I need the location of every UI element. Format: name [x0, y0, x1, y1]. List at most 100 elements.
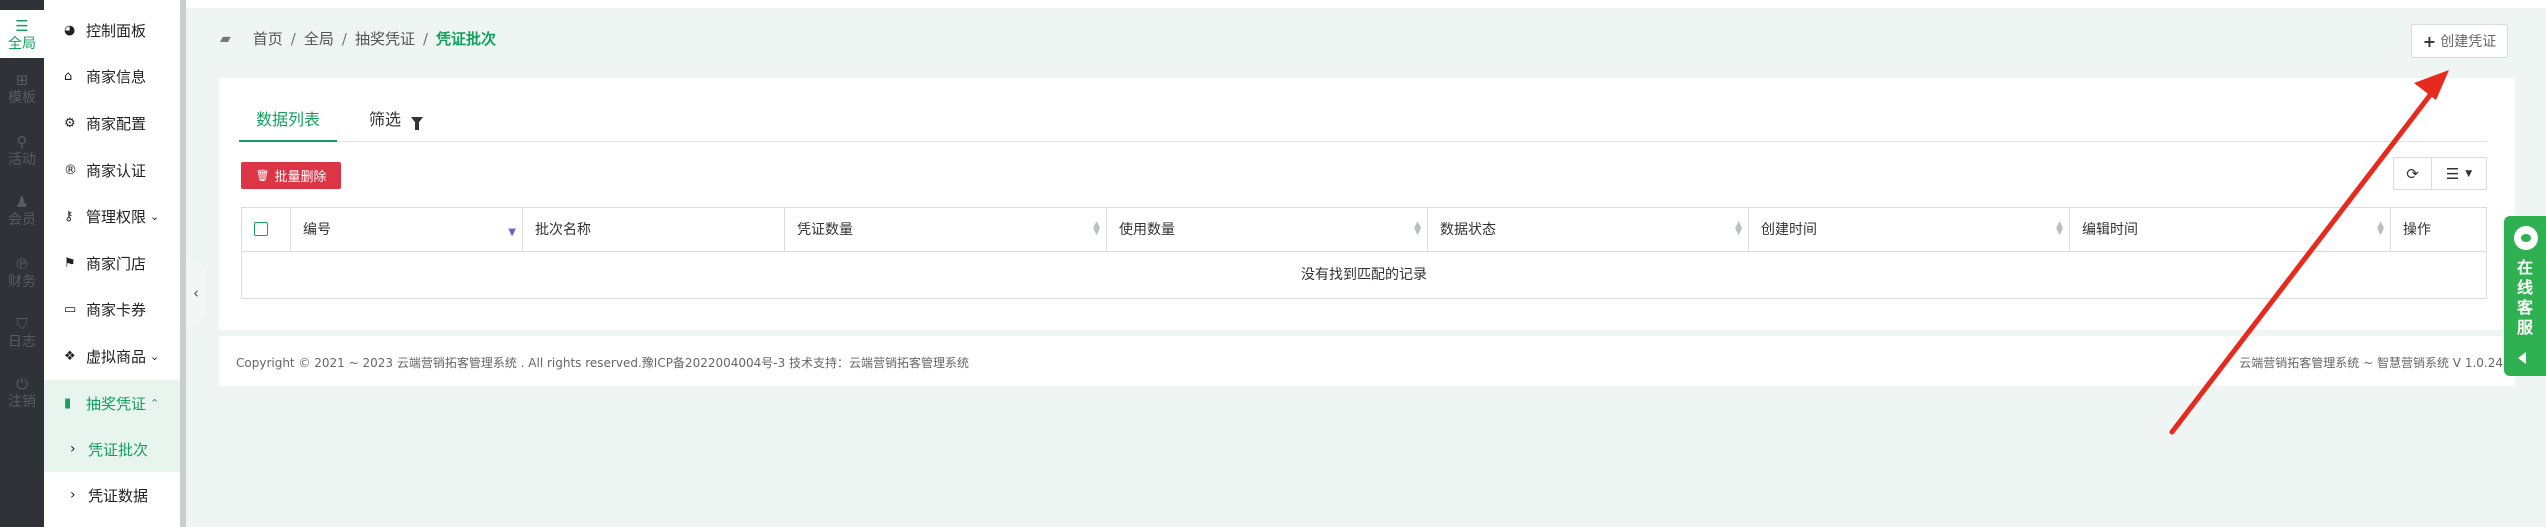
icon-rail: ☰ 全局 ⊞ 模板 ⚲ 活动 ♟ 会员 ℗ 财务 ⛉ 日志 ⏻ 注销 [0, 0, 44, 527]
sidebar-scrollbar[interactable] [180, 0, 186, 527]
refresh-icon: ⟳ [2406, 164, 2419, 183]
home-icon: ⌂ [64, 68, 73, 84]
rail-item-label: 活动 [8, 152, 36, 168]
plus-icon: + [2422, 31, 2437, 51]
table-toolbar: ⟳ ☰ ▼ [2393, 157, 2487, 190]
refresh-button[interactable]: ⟳ [2394, 158, 2432, 189]
chevron-down-icon: ⌄ [150, 349, 160, 363]
menu-item-label: 虚拟商品 [86, 347, 147, 366]
caret-down-icon: ▼ [2465, 168, 2473, 179]
batch-delete-button[interactable]: 🗑 批量删除 [241, 162, 341, 189]
map-marker-icon: ⚑ [64, 255, 76, 271]
select-all-cell [242, 208, 291, 252]
footer-version: 云端营销拓客管理系统 ~ 智慧营销系统 V 1.0.24 [2239, 356, 2503, 370]
breadcrumb-separator: / [422, 29, 429, 48]
create-voucher-label: 创建凭证 [2440, 34, 2497, 50]
menu-subitem-voucher-batch[interactable]: › 凭证批次 [44, 426, 180, 472]
column-header-actions: 操作 [2391, 208, 2486, 252]
tab-filter[interactable]: 筛选 [369, 100, 424, 142]
cogs-icon: ⚙ [64, 115, 76, 131]
rail-item-logout[interactable]: ⏻ 注销 [0, 374, 44, 410]
breadcrumb-item-home[interactable]: 首页 [253, 28, 283, 49]
chevron-up-icon: ⌃ [150, 396, 160, 410]
menu-item-merchant-info[interactable]: ⌂ 商家信息 [44, 53, 180, 99]
dropbox-icon: ❖ [64, 348, 76, 364]
menu-item-stores[interactable]: ⚑ 商家门店 [44, 240, 180, 286]
chevron-left-icon: ‹ [193, 284, 199, 302]
rail-item-finance[interactable]: ℗ 财务 [0, 254, 44, 290]
breadcrumb-item-lottery[interactable]: 抽奖凭证 [355, 28, 415, 49]
data-panel: 数据列表 筛选 🗑 批量删除 ⟳ ☰ ▼ 编号 ▼ 批次名称 凭证数量 ▲ ▼ … [219, 78, 2515, 330]
power-icon: ⏻ [16, 375, 28, 393]
collapse-left-icon[interactable] [2518, 352, 2526, 364]
sort-icon: ▲ ▼ [1414, 220, 1421, 237]
menu-item-lottery-voucher[interactable]: ▮ 抽奖凭证 ⌃ [44, 380, 180, 426]
online-service-label: 在线客服 [2516, 258, 2533, 337]
bookmark-icon: ▮ [64, 395, 72, 411]
rail-item-label: 财务 [8, 274, 36, 290]
key-icon: ⚷ [64, 208, 74, 224]
list-icon: ☰ [2445, 164, 2460, 183]
sliders-icon: ☰ [15, 17, 29, 35]
column-label: 凭证数量 [797, 222, 853, 238]
rail-item-global[interactable]: ☰ 全局 [0, 10, 44, 58]
column-header-voucher-count[interactable]: 凭证数量 ▲ ▼ [785, 208, 1107, 252]
shield-icon: ⛉ [16, 315, 28, 333]
columns-toggle-button[interactable]: ☰ ▼ [2432, 158, 2486, 189]
menu-item-label: 抽奖凭证 [86, 394, 147, 413]
create-voucher-button[interactable]: + 创建凭证 [2411, 24, 2508, 58]
select-all-checkbox[interactable] [254, 222, 268, 236]
menu-subitem-voucher-data[interactable]: › 凭证数据 [44, 472, 180, 518]
column-header-status[interactable]: 数据状态 ▲ ▼ [1428, 208, 1749, 252]
sort-desc-icon: ▼ [508, 227, 516, 238]
column-header-created-at[interactable]: 创建时间 ▲ ▼ [1749, 208, 2070, 252]
sidebar-collapse-toggle[interactable]: ‹ [186, 258, 206, 328]
column-label: 使用数量 [1119, 222, 1175, 238]
menu-item-label: 商家配置 [86, 114, 147, 133]
rail-item-activity[interactable]: ⚲ 活动 [0, 132, 44, 168]
menu-item-label: 商家门店 [86, 254, 147, 273]
column-label: 批次名称 [535, 222, 591, 238]
menu-item-merchant-config[interactable]: ⚙ 商家配置 [44, 100, 180, 146]
chevron-right-icon: › [70, 441, 76, 457]
menu-item-label: 商家认证 [86, 161, 147, 180]
paypal-icon: ℗ [14, 255, 30, 273]
data-table: 编号 ▼ 批次名称 凭证数量 ▲ ▼ 使用数量 ▲ ▼ 数据状态 ▲ ▼ 创建时间 ▲… [241, 207, 2487, 299]
menu-item-dashboard[interactable]: ◕ 控制面板 [44, 7, 180, 53]
empty-table-message: 没有找到匹配的记录 [1301, 267, 1427, 283]
breadcrumb: ▰ 首页 / 全局 / 抽奖凭证 / 凭证批次 [220, 28, 496, 49]
footer-copyright: Copyright © 2021 ~ 2023 云端营销拓客管理系统 . All… [236, 356, 970, 370]
chevron-down-icon: ⌄ [150, 209, 160, 223]
column-label: 数据状态 [1440, 222, 1496, 238]
chevron-right-icon: › [70, 487, 76, 503]
rail-item-log[interactable]: ⛉ 日志 [0, 314, 44, 350]
batch-delete-label: 批量删除 [274, 170, 327, 185]
rail-item-label: 会员 [8, 212, 36, 228]
column-header-updated-at[interactable]: 编辑时间 ▲ ▼ [2070, 208, 2391, 252]
sort-icon: ▲ ▼ [2377, 220, 2384, 237]
column-header-id[interactable]: 编号 ▼ [291, 208, 523, 252]
tab-bar: 数据列表 筛选 [239, 100, 2487, 142]
breadcrumb-item-global[interactable]: 全局 [304, 28, 334, 49]
menu-item-virtual-goods[interactable]: ❖ 虚拟商品 ⌄ [44, 333, 180, 379]
tab-data-list[interactable]: 数据列表 [239, 100, 338, 142]
column-header-used-count[interactable]: 使用数量 ▲ ▼ [1107, 208, 1428, 252]
menu-item-permissions[interactable]: ⚷ 管理权限 ⌄ [44, 193, 180, 239]
top-bar [186, 0, 2546, 8]
folder-open-icon: ▰ [220, 30, 231, 47]
breadcrumb-separator: / [290, 29, 296, 48]
rail-item-template[interactable]: ⊞ 模板 [0, 70, 44, 106]
rail-item-member[interactable]: ♟ 会员 [0, 192, 44, 228]
sort-icon: ▲ ▼ [1093, 220, 1100, 237]
sort-icon: ▲ ▼ [2056, 220, 2063, 237]
column-header-batch-name: 批次名称 [523, 208, 785, 252]
menu-item-merchant-auth[interactable]: ® 商家认证 [44, 147, 180, 193]
dashboard-icon: ◕ [64, 22, 76, 38]
menu-item-label: 管理权限 [86, 207, 147, 226]
menu-item-label: 控制面板 [86, 21, 147, 40]
online-service-widget[interactable]: 在线客服 [2504, 216, 2546, 376]
users-icon: ♟ [15, 193, 29, 211]
sort-icon: ▲ ▼ [1735, 220, 1742, 237]
menu-item-coupons[interactable]: ▭ 商家卡券 [44, 286, 180, 332]
breadcrumb-separator: / [341, 29, 347, 48]
